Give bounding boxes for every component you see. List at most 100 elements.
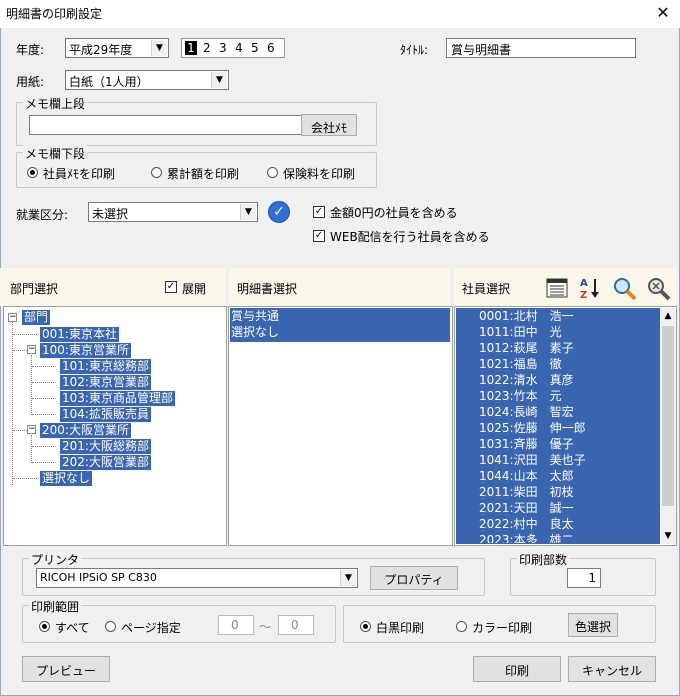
title-input[interactable]: 賞与明細書 xyxy=(446,38,636,58)
year-select[interactable]: 平成29年度 ▼ xyxy=(65,38,169,58)
dept-header: 部門選択 ✓ 展開 xyxy=(0,268,226,306)
svg-text:Z: Z xyxy=(580,290,587,300)
memo-option-1-radio[interactable] xyxy=(151,167,162,178)
print-button[interactable]: 印刷 xyxy=(473,656,561,682)
meisai-list[interactable]: 賞与共通 選択なし xyxy=(228,306,453,546)
search-icon[interactable] xyxy=(612,276,638,302)
page-4[interactable]: 4 xyxy=(235,41,243,55)
scroll-thumb[interactable] xyxy=(662,326,674,506)
expand-label[interactable]: 展開 xyxy=(182,280,206,297)
check-circle-icon[interactable]: ✓ xyxy=(268,201,290,223)
tree-node-101[interactable]: 101:東京総務部 xyxy=(60,359,151,374)
svg-text:A: A xyxy=(580,278,588,289)
memo-upper-input[interactable] xyxy=(29,115,309,135)
memo-option-2-label[interactable]: 保険料を印刷 xyxy=(283,165,355,182)
employee-item[interactable]: 1041:沢田 美也子 xyxy=(479,452,586,468)
tree-node-202[interactable]: 202:大阪営業部 xyxy=(60,455,151,470)
preview-button[interactable]: プレビュー xyxy=(22,656,110,682)
collapse-icon[interactable]: − xyxy=(27,425,36,434)
employee-item[interactable]: 1024:長崎 智宏 xyxy=(479,404,574,420)
chevron-down-icon: ▼ xyxy=(211,72,227,88)
color-group: 白黒印刷 カラー印刷 色選択 xyxy=(343,605,656,643)
color-select-button[interactable]: 色選択 xyxy=(568,613,618,637)
page-3[interactable]: 3 xyxy=(219,41,227,55)
range-all-radio[interactable] xyxy=(39,621,50,632)
employee-header-title: 社員選択 xyxy=(462,282,511,296)
page-5[interactable]: 5 xyxy=(251,41,259,55)
memo-option-1-label[interactable]: 累計額を印刷 xyxy=(167,165,239,182)
employee-item[interactable]: 1031:斉藤 優子 xyxy=(479,436,574,452)
employee-item[interactable]: 2022:村中 良太 xyxy=(479,516,574,532)
employee-item[interactable]: 1022:清水 真彦 xyxy=(479,372,574,388)
employee-item[interactable]: 1012:萩尾 素子 xyxy=(479,340,574,356)
employee-item[interactable]: 2021:天田 誠一 xyxy=(479,500,574,516)
meisai-item[interactable]: 選択なし xyxy=(231,324,279,340)
memo-option-0-radio[interactable] xyxy=(27,167,38,178)
copies-input[interactable]: 1 xyxy=(567,568,601,588)
mono-label[interactable]: 白黒印刷 xyxy=(376,619,424,636)
employee-item[interactable]: 2011:柴田 初枝 xyxy=(479,484,574,500)
employee-item[interactable]: 1023:竹本 元 xyxy=(479,388,562,404)
page-1[interactable]: 1 xyxy=(185,41,197,55)
page-6[interactable]: 6 xyxy=(267,41,275,55)
window-title: 明細書の印刷設定 xyxy=(6,7,103,21)
employee-item[interactable]: 1025:佐藤 伸一郎 xyxy=(479,420,586,436)
paper-select[interactable]: 白紙（1人用） ▼ xyxy=(65,70,229,90)
zero-amount-label[interactable]: 金額0円の社員を含める xyxy=(330,204,458,221)
tree-node-none[interactable]: 選択なし xyxy=(40,471,93,486)
employee-list[interactable]: 0001:北村 浩一 1011:田中 光 1012:萩尾 素子 1021:福島 … xyxy=(454,306,677,546)
tree-node-102[interactable]: 102:東京営業部 xyxy=(60,375,151,390)
company-memo-button[interactable]: 会社ﾒﾓ xyxy=(301,114,357,136)
employee-item[interactable]: 0001:北村 浩一 xyxy=(479,308,574,324)
year-value: 平成29年度 xyxy=(69,43,133,57)
range-page-radio[interactable] xyxy=(105,621,116,632)
cancel-button[interactable]: キャンセル xyxy=(568,656,656,682)
tree-node-001[interactable]: 001:東京本社 xyxy=(40,327,119,342)
tree-node-104[interactable]: 104:拡張販売員 xyxy=(60,407,151,422)
web-delivery-label[interactable]: WEB配信を行う社員を含める xyxy=(330,228,490,245)
zero-amount-checkbox[interactable]: ✓ xyxy=(313,206,325,218)
collapse-icon[interactable]: − xyxy=(27,345,36,354)
employment-select[interactable]: 未選択 ▼ xyxy=(88,202,258,222)
memo-upper-group: メモ欄上段 会社ﾒﾓ xyxy=(16,95,377,146)
printer-property-button[interactable]: プロパティ xyxy=(370,566,458,590)
employee-item[interactable]: 1044:山本 太郎 xyxy=(479,468,574,484)
tree-node-103[interactable]: 103:東京商品管理部 xyxy=(60,391,175,406)
tree-node-root[interactable]: 部門 xyxy=(22,310,51,325)
dept-tree[interactable]: − 部門 001:東京本社 − 100:東京営業所 101:東京総務部 102:… xyxy=(3,306,227,546)
employee-item[interactable]: 1011:田中 光 xyxy=(479,324,562,340)
employee-item[interactable]: 2023:本多 雄二 xyxy=(479,532,574,543)
paper-value: 白紙（1人用） xyxy=(69,75,149,89)
memo-option-0-label[interactable]: 社員ﾒﾓを印刷 xyxy=(43,165,115,182)
scrollbar[interactable]: ▲ ▼ xyxy=(660,308,676,544)
sort-az-icon[interactable]: A Z xyxy=(578,276,602,300)
tree-node-200[interactable]: 200:大阪営業所 xyxy=(40,423,131,438)
memo-option-2-radio[interactable] xyxy=(267,167,278,178)
color-label[interactable]: カラー印刷 xyxy=(472,619,532,636)
copies-caption: 印刷部数 xyxy=(517,551,570,568)
list-icon[interactable] xyxy=(546,278,568,298)
printer-select[interactable]: RICOH IPSiO SP C830 ▼ xyxy=(36,568,358,588)
range-page-label[interactable]: ページ指定 xyxy=(121,619,181,636)
range-all-label[interactable]: すべて xyxy=(55,619,90,636)
employee-item[interactable]: 1021:福島 徹 xyxy=(479,356,562,372)
close-icon[interactable]: ✕ xyxy=(652,3,674,25)
color-radio[interactable] xyxy=(456,621,467,632)
collapse-icon[interactable]: − xyxy=(8,313,17,322)
page-2[interactable]: 2 xyxy=(203,41,211,55)
expand-checkbox[interactable]: ✓ xyxy=(165,281,177,293)
scroll-up-icon[interactable]: ▲ xyxy=(660,308,676,324)
web-delivery-checkbox[interactable]: ✓ xyxy=(313,230,325,242)
range-to-input[interactable]: 0 xyxy=(278,615,314,635)
scroll-down-icon[interactable]: ▼ xyxy=(660,528,676,544)
chevron-down-icon: ▼ xyxy=(240,204,256,220)
cancel-button-label: キャンセル xyxy=(581,664,642,678)
mono-radio[interactable] xyxy=(360,621,371,632)
title-input-value: 賞与明細書 xyxy=(451,43,512,57)
memo-upper-caption: メモ欄上段 xyxy=(23,95,88,112)
search-clear-icon[interactable] xyxy=(646,276,672,302)
tree-node-201[interactable]: 201:大阪総務部 xyxy=(60,439,151,454)
tree-node-100[interactable]: 100:東京営業所 xyxy=(40,343,131,358)
range-from-input[interactable]: 0 xyxy=(218,615,254,635)
meisai-item[interactable]: 賞与共通 xyxy=(231,308,279,324)
